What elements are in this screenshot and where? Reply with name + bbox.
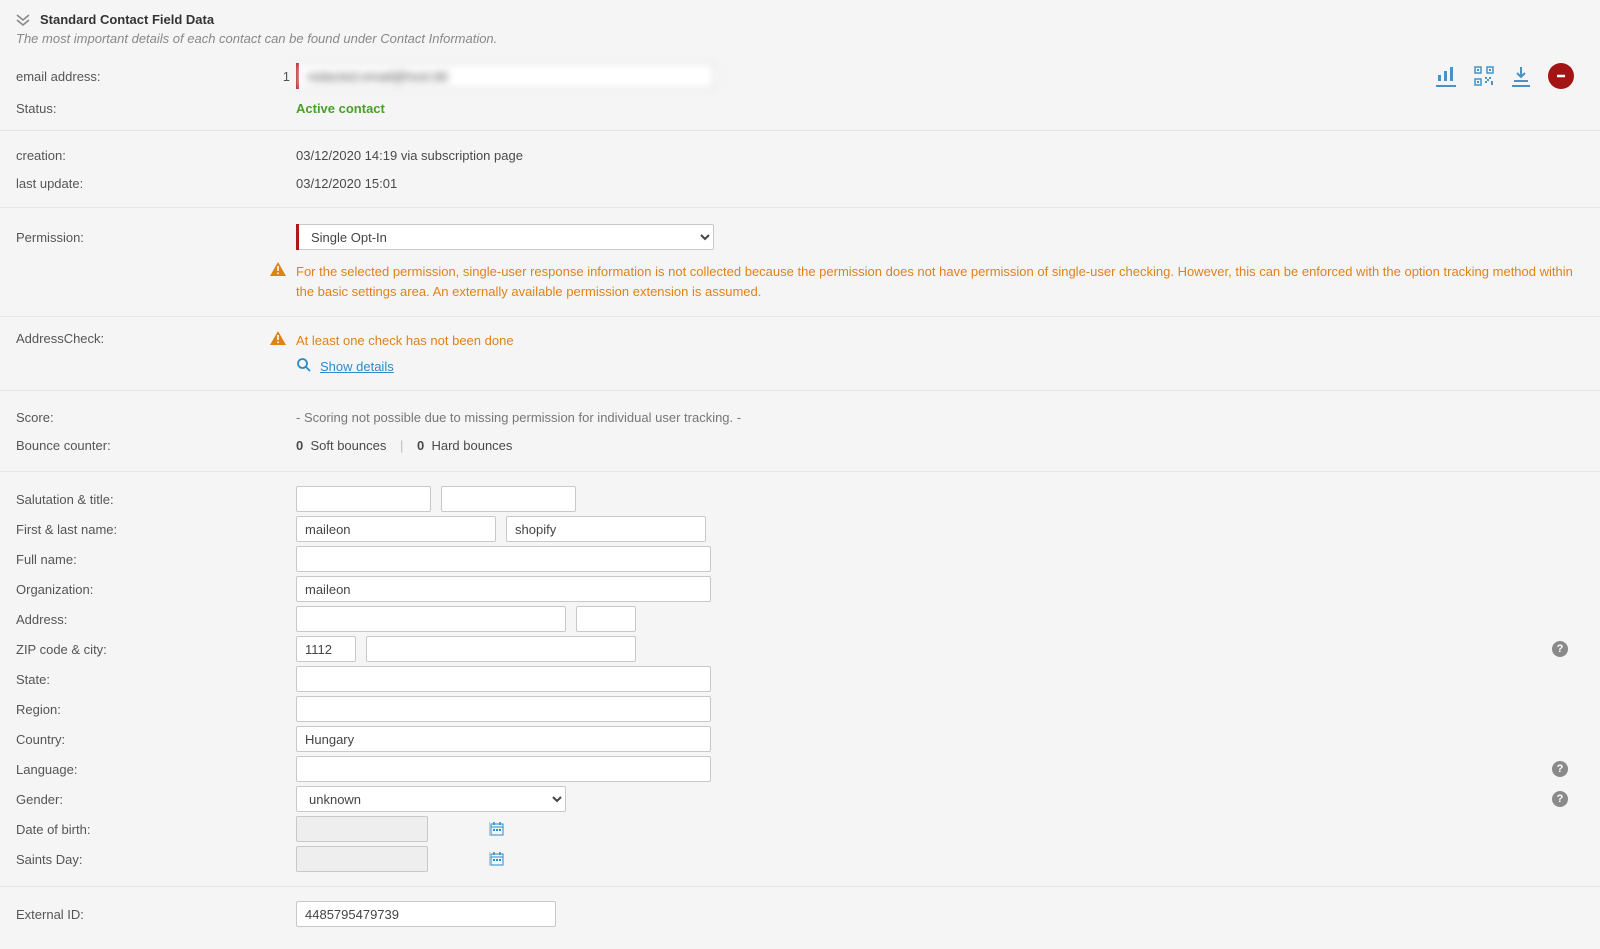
country-label: Country: bbox=[16, 732, 296, 747]
calendar-icon[interactable] bbox=[489, 822, 504, 836]
full-name-input[interactable] bbox=[296, 546, 711, 572]
email-input[interactable] bbox=[299, 63, 714, 89]
city-input[interactable] bbox=[366, 636, 636, 662]
salutation-input[interactable] bbox=[296, 486, 431, 512]
title-input[interactable] bbox=[441, 486, 576, 512]
download-icon[interactable] bbox=[1512, 65, 1530, 87]
saints-input[interactable] bbox=[297, 847, 489, 871]
region-input[interactable] bbox=[296, 696, 711, 722]
status-label: Status: bbox=[16, 101, 296, 116]
language-label: Language: bbox=[16, 762, 296, 777]
language-input[interactable] bbox=[296, 756, 711, 782]
hard-bounce-label: Hard bounces bbox=[431, 438, 512, 453]
state-input[interactable] bbox=[296, 666, 711, 692]
email-label: email address: bbox=[16, 69, 101, 84]
region-label: Region: bbox=[16, 702, 296, 717]
qr-code-icon[interactable] bbox=[1474, 66, 1494, 86]
permission-label: Permission: bbox=[16, 230, 296, 245]
saints-input-group bbox=[296, 846, 428, 872]
permission-select[interactable]: Single Opt-In bbox=[299, 224, 714, 250]
gender-select[interactable]: unknown bbox=[296, 786, 566, 812]
soft-bounce-label: Soft bounces bbox=[310, 438, 386, 453]
last-name-input[interactable] bbox=[506, 516, 706, 542]
address-number-input[interactable] bbox=[576, 606, 636, 632]
gender-label: Gender: bbox=[16, 792, 296, 807]
organization-input[interactable] bbox=[296, 576, 711, 602]
hard-bounce-count: 0 bbox=[417, 438, 424, 453]
dob-input[interactable] bbox=[297, 817, 489, 841]
addresscheck-label: AddressCheck: bbox=[16, 331, 104, 346]
creation-label: creation: bbox=[16, 148, 296, 163]
dob-label: Date of birth: bbox=[16, 822, 296, 837]
organization-label: Organization: bbox=[16, 582, 296, 597]
last-update-value: 03/12/2020 15:01 bbox=[296, 176, 397, 191]
email-index: 1 bbox=[283, 69, 290, 84]
address-label: Address: bbox=[16, 612, 296, 627]
bounce-label: Bounce counter: bbox=[16, 438, 296, 453]
zip-label: ZIP code & city: bbox=[16, 642, 296, 657]
last-update-label: last update: bbox=[16, 176, 296, 191]
soft-bounce-count: 0 bbox=[296, 438, 303, 453]
external-id-label: External ID: bbox=[16, 907, 296, 922]
section-title: Standard Contact Field Data bbox=[40, 12, 214, 27]
section-subtitle: The most important details of each conta… bbox=[0, 27, 1600, 54]
permission-warning-text: For the selected permission, single-user… bbox=[296, 262, 1584, 302]
score-label: Score: bbox=[16, 410, 296, 425]
status-value: Active contact bbox=[296, 101, 385, 116]
warning-icon bbox=[270, 262, 286, 276]
state-label: State: bbox=[16, 672, 296, 687]
stats-icon[interactable] bbox=[1436, 65, 1456, 87]
remove-button[interactable] bbox=[1548, 63, 1574, 89]
section-collapse-toggle[interactable] bbox=[16, 14, 30, 26]
dob-input-group bbox=[296, 816, 428, 842]
external-id-input[interactable] bbox=[296, 901, 556, 927]
name-label: First & last name: bbox=[16, 522, 296, 537]
calendar-icon[interactable] bbox=[489, 852, 504, 866]
salutation-label: Salutation & title: bbox=[16, 492, 296, 507]
addresscheck-warning-text: At least one check has not been done bbox=[296, 331, 514, 351]
first-name-input[interactable] bbox=[296, 516, 496, 542]
search-icon bbox=[296, 357, 312, 376]
full-name-label: Full name: bbox=[16, 552, 296, 567]
zip-input[interactable] bbox=[296, 636, 356, 662]
warning-icon bbox=[270, 331, 286, 346]
creation-value: 03/12/2020 14:19 via subscription page bbox=[296, 148, 523, 163]
score-value: - Scoring not possible due to missing pe… bbox=[296, 410, 741, 425]
address-input[interactable] bbox=[296, 606, 566, 632]
show-details-link[interactable]: Show details bbox=[320, 359, 394, 374]
country-input[interactable] bbox=[296, 726, 711, 752]
saints-label: Saints Day: bbox=[16, 852, 296, 867]
